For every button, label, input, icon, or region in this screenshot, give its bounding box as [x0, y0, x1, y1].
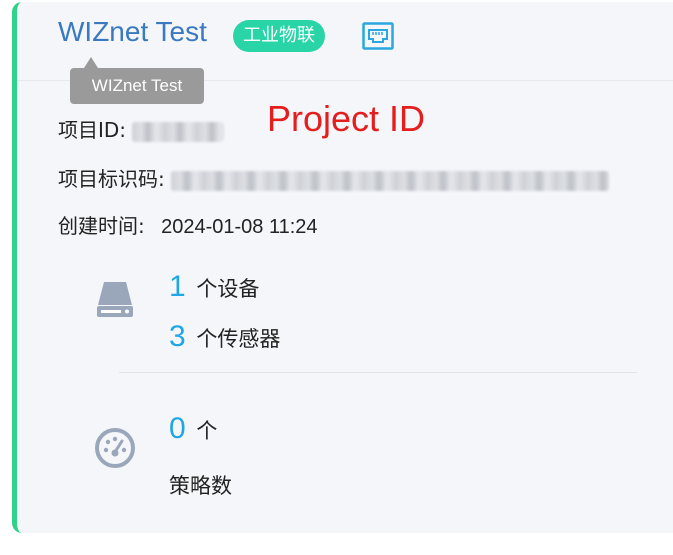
created-time-label: 创建时间:	[58, 214, 145, 238]
sensor-count: 3	[169, 320, 186, 353]
project-key-value-redacted	[171, 170, 610, 191]
project-id-value-redacted	[132, 121, 225, 142]
tooltip-arrow	[84, 57, 98, 68]
project-key-label: 项目标识码:	[58, 167, 165, 191]
device-count-stat[interactable]: 1 个设备	[169, 270, 259, 304]
project-id-row: 项目ID:	[58, 114, 225, 143]
strategy-count-unit: 个	[196, 419, 218, 443]
title-tooltip: WIZnet Test	[70, 68, 204, 104]
created-time-value: 2024-01-08 11:24	[161, 216, 318, 238]
project-type-badge: 工业物联	[233, 20, 325, 52]
created-time-row: 创建时间: 2024-01-08 11:24	[58, 210, 318, 239]
sensor-count-stat[interactable]: 3 个传感器	[169, 320, 280, 354]
gauge-icon	[95, 428, 135, 468]
strategy-label-stat: 策略数	[169, 470, 232, 500]
device-count: 1	[169, 270, 186, 303]
project-title[interactable]: WIZnet Test	[58, 16, 207, 48]
project-id-annotation: Project ID	[267, 98, 426, 139]
strategy-count-label: 策略数	[169, 474, 232, 498]
strategy-count-stat[interactable]: 0 个	[169, 412, 217, 446]
project-id-label: 项目ID:	[58, 118, 127, 142]
stats-divider	[119, 372, 637, 373]
sensor-count-label: 个传感器	[196, 327, 281, 351]
project-card[interactable]: WIZnet Test 工业物联 WIZnet Test 项目ID: Proje…	[12, 2, 673, 533]
hard-drive-icon	[97, 282, 133, 317]
strategy-count: 0	[169, 412, 186, 445]
network-port-icon[interactable]	[362, 22, 394, 50]
device-count-label: 个设备	[196, 277, 260, 301]
project-key-row: 项目标识码:	[58, 163, 610, 192]
